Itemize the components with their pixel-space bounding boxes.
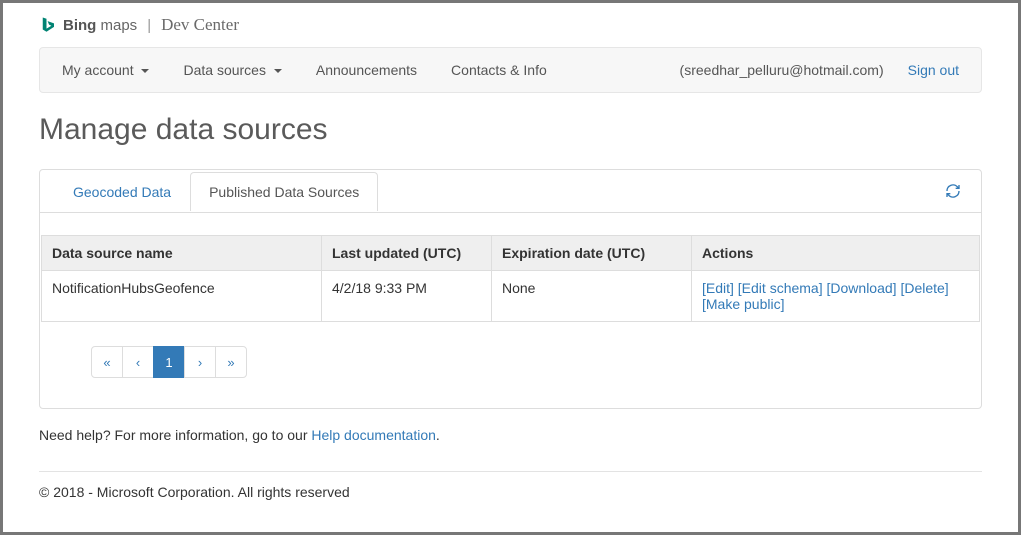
help-suffix: . [436, 427, 440, 443]
action-make-public[interactable]: [Make public] [702, 296, 784, 312]
tab-published-data-sources[interactable]: Published Data Sources [190, 172, 378, 211]
brand-text: Bing maps [63, 17, 137, 34]
cell-updated: 4/2/18 9:33 PM [322, 271, 492, 322]
pager-last[interactable]: » [215, 346, 247, 378]
help-documentation-link[interactable]: Help documentation [311, 427, 436, 443]
bing-logo-icon [39, 16, 57, 34]
refresh-icon[interactable] [939, 177, 967, 205]
col-header-expiration: Expiration date (UTC) [492, 236, 692, 271]
col-header-name: Data source name [42, 236, 322, 271]
table-row: NotificationHubsGeofence 4/2/18 9:33 PM … [42, 271, 980, 322]
footer-copyright: © 2018 - Microsoft Corporation. All righ… [39, 484, 982, 500]
cell-name: NotificationHubsGeofence [42, 271, 322, 322]
brand-maps: maps [101, 17, 138, 34]
pager-prev[interactable]: ‹ [122, 346, 154, 378]
pagination: « ‹ 1 › » [52, 346, 981, 378]
footer-separator [39, 471, 982, 472]
brand-divider: | [143, 17, 155, 34]
nav-right: (sreedhar_pelluru@hotmail.com) Sign out [680, 62, 959, 78]
action-delete[interactable]: [Delete] [900, 280, 948, 296]
help-line: Need help? For more information, go to o… [39, 427, 982, 443]
nav-data-sources[interactable]: Data sources [183, 62, 281, 78]
nav-left: My account Data sources Announcements Co… [62, 62, 547, 78]
user-email: (sreedhar_pelluru@hotmail.com) [680, 62, 884, 78]
nav-announcements[interactable]: Announcements [316, 62, 417, 78]
pager-page-1[interactable]: 1 [153, 346, 185, 378]
cell-actions: [Edit] [Edit schema] [Download] [Delete]… [692, 271, 980, 322]
brand-bing: Bing [63, 17, 96, 34]
action-edit[interactable]: [Edit] [702, 280, 734, 296]
nav-data-sources-label: Data sources [183, 62, 265, 78]
nav-my-account-label: My account [62, 62, 134, 78]
pager-next[interactable]: › [184, 346, 216, 378]
help-prefix: Need help? For more information, go to o… [39, 427, 311, 443]
page-title: Manage data sources [39, 113, 982, 147]
col-header-updated: Last updated (UTC) [322, 236, 492, 271]
pager-first[interactable]: « [91, 346, 123, 378]
tab-bar: Geocoded Data Published Data Sources [40, 170, 981, 213]
cell-expiration: None [492, 271, 692, 322]
table-header-row: Data source name Last updated (UTC) Expi… [42, 236, 980, 271]
nav-my-account[interactable]: My account [62, 62, 149, 78]
chevron-down-icon [141, 69, 149, 73]
tab-geocoded-data[interactable]: Geocoded Data [54, 172, 190, 211]
main-navbar: My account Data sources Announcements Co… [39, 47, 982, 93]
data-sources-table: Data source name Last updated (UTC) Expi… [41, 235, 980, 322]
action-edit-schema[interactable]: [Edit schema] [738, 280, 823, 296]
action-download[interactable]: [Download] [827, 280, 897, 296]
brand-header: Bing maps | Dev Center [39, 15, 982, 35]
chevron-down-icon [274, 69, 282, 73]
data-sources-panel: Geocoded Data Published Data Sources Dat… [39, 169, 982, 409]
col-header-actions: Actions [692, 236, 980, 271]
sign-out-link[interactable]: Sign out [908, 62, 959, 78]
brand-dev-center: Dev Center [161, 15, 239, 35]
nav-contacts[interactable]: Contacts & Info [451, 62, 547, 78]
